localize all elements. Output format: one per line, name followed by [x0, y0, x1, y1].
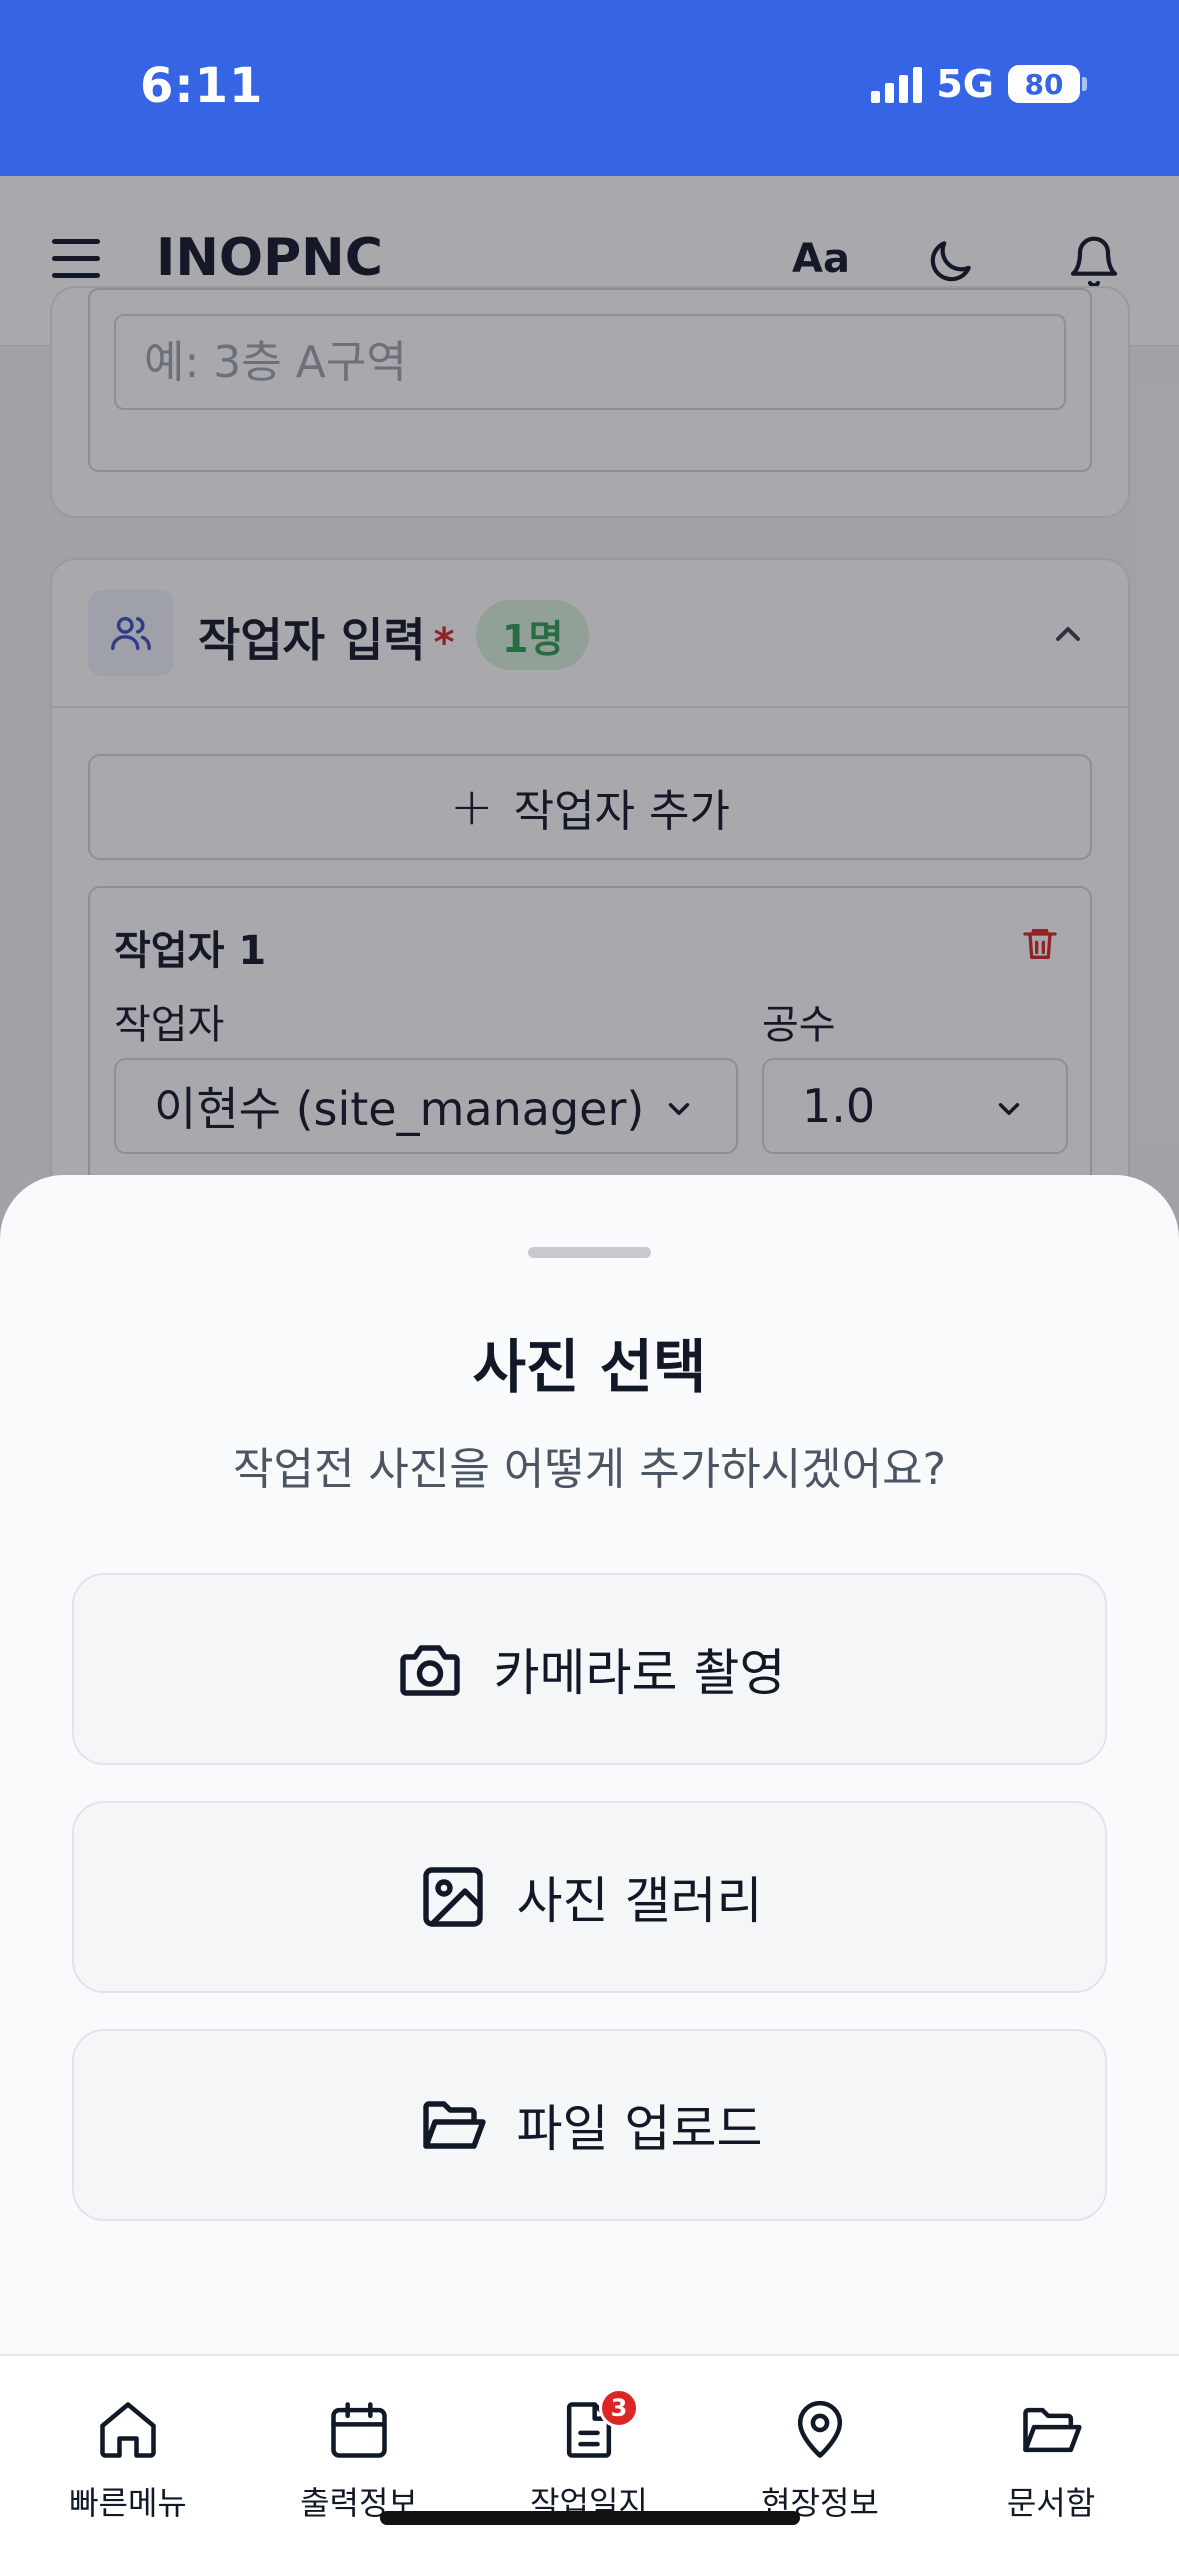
signal-icon — [871, 65, 923, 103]
battery-level: 80 — [1008, 65, 1080, 103]
nav-item-work-log[interactable]: 3 작업일지 — [499, 2388, 679, 2524]
gallery-option-label: 사진 갤러리 — [516, 1872, 763, 1930]
network-type: 5G — [936, 62, 994, 106]
file-upload-option-label: 파일 업로드 — [516, 2100, 763, 2158]
file-upload-option-button[interactable]: 파일 업로드 — [72, 2029, 1107, 2221]
notification-badge: 3 — [599, 2388, 639, 2428]
calendar-icon — [331, 2402, 387, 2458]
battery-icon: 80 — [1008, 65, 1087, 103]
image-icon — [422, 1867, 483, 1927]
nav-item-quick-menu[interactable]: 빠른메뉴 — [38, 2396, 218, 2524]
sheet-grabber[interactable] — [528, 1247, 651, 1258]
status-bar: 6:11 5G 80 — [0, 0, 1179, 176]
home-indicator — [380, 2511, 800, 2525]
nav-label: 빠른메뉴 — [69, 2484, 187, 2522]
bottom-nav: 빠른메뉴 출력정보 3 작업일지 현장정보 문서함 — [0, 2354, 1179, 2556]
camera-option-label: 카메라로 촬영 — [493, 1644, 786, 1702]
home-icon — [100, 2402, 156, 2458]
camera-option-button[interactable]: 카메라로 촬영 — [72, 1573, 1107, 1765]
gallery-option-button[interactable]: 사진 갤러리 — [72, 1801, 1107, 1993]
status-indicators: 5G 80 — [871, 62, 1087, 106]
nav-item-documents[interactable]: 문서함 — [961, 2396, 1141, 2524]
nav-item-site-info[interactable]: 현장정보 — [730, 2396, 910, 2524]
folder-open-icon — [422, 2101, 486, 2149]
camera-icon — [399, 1645, 460, 1696]
status-time: 6:11 — [140, 58, 264, 114]
nav-label: 문서함 — [1006, 2484, 1096, 2522]
sheet-subtitle: 작업전 사진을 어떻게 추가하시겠어요? — [233, 1444, 946, 1495]
sheet-title: 사진 선택 — [472, 1333, 707, 1401]
map-pin-icon — [797, 2400, 843, 2458]
photo-select-sheet: 사진 선택 작업전 사진을 어떻게 추가하시겠어요? 카메라로 촬영 사진 갤러… — [0, 1175, 1179, 2556]
folder-icon — [1023, 2407, 1082, 2453]
nav-item-output-info[interactable]: 출력정보 — [269, 2396, 449, 2524]
